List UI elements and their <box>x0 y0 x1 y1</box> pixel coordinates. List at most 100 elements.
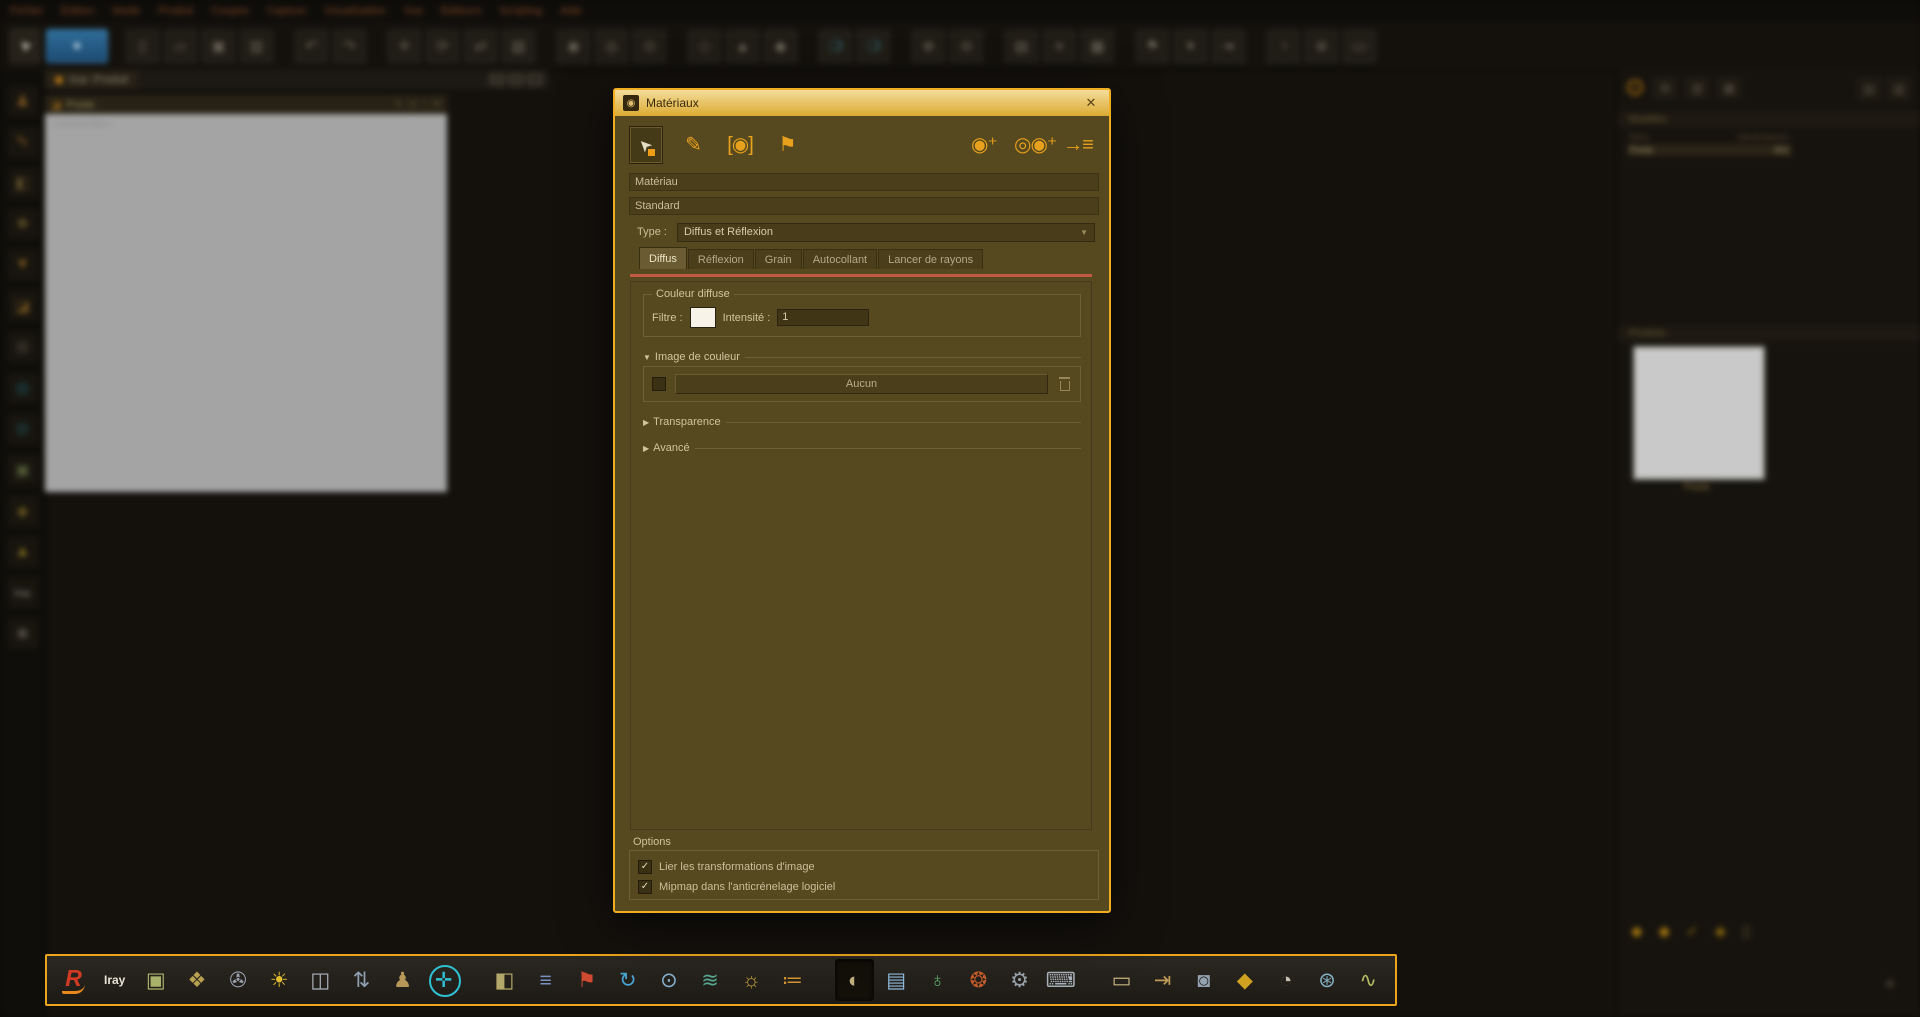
toolbar-icon[interactable]: ▲ <box>726 30 759 63</box>
material-tab[interactable]: Lancer de rayons <box>878 249 983 269</box>
postprocess-editor[interactable]: ⇅ <box>343 960 380 1000</box>
collapsed-section-header[interactable]: ▶ Transparence <box>643 416 1081 428</box>
rail-icon[interactable]: ◙ <box>8 619 38 649</box>
window-button[interactable]: ⊟ <box>508 73 524 86</box>
intensity-input[interactable]: 1 <box>777 309 869 326</box>
toolbar-icon[interactable]: ▭ <box>1343 30 1376 63</box>
menu-item[interactable]: Édition <box>61 5 95 17</box>
rail-icon[interactable]: ⊙ <box>8 414 38 444</box>
edit-material-tool[interactable]: ✎ <box>676 126 710 164</box>
menu-item[interactable]: Éditeurs <box>441 5 481 17</box>
observer-editor[interactable]: ⊛ <box>1309 960 1346 1000</box>
visibility-eye-icon[interactable]: ⊙ <box>1625 76 1645 100</box>
menu-item[interactable]: Visualisation <box>324 5 386 17</box>
toolbar-icon[interactable] <box>988 31 1000 62</box>
animation-editor[interactable]: ◫ <box>302 960 339 1000</box>
toolbar-icon[interactable]: ➔ <box>1212 30 1245 63</box>
camera-views-editor[interactable]: ◙ <box>1185 960 1222 1000</box>
door-editor[interactable]: ⇥ <box>1144 960 1181 1000</box>
material-type-select[interactable]: Diffus et Réflexion ▼ <box>677 223 1095 242</box>
panel-action-icon[interactable]: ◆ <box>1659 922 1671 940</box>
poste-header-icon[interactable]: ✎ <box>394 99 402 110</box>
panel-icon[interactable]: ▥ <box>1685 77 1709 99</box>
toolbar-icon[interactable]: ◆ <box>764 30 797 63</box>
rail-icon[interactable]: ⊞ <box>8 332 38 362</box>
panel-icon[interactable]: ⊞ <box>1653 77 1677 99</box>
toolbar-icon[interactable] <box>671 31 683 62</box>
panel-icon[interactable]: ▥ <box>1887 78 1911 100</box>
diffuse-color-swatch[interactable] <box>690 307 716 328</box>
rail-icon[interactable]: ✎ <box>8 127 38 157</box>
stamp-editor[interactable]: ♟ <box>384 960 421 1000</box>
sensor-editor[interactable]: ☼ <box>733 960 770 1000</box>
material-tab[interactable]: Réflexion <box>688 249 754 269</box>
toolbar-spacer[interactable] <box>817 126 954 164</box>
view-tab[interactable]: Vue: Produit <box>45 70 138 89</box>
menu-item[interactable]: Scripting <box>499 5 542 17</box>
toolbar-icon[interactable]: ⟳ <box>426 30 459 63</box>
environment-editor[interactable]: ♁ <box>919 960 956 1000</box>
rail-icon[interactable]: ▼ <box>8 250 38 280</box>
toolbar-icon[interactable]: ❍ <box>819 30 852 63</box>
corner-icon[interactable]: ◈ <box>1885 975 1895 991</box>
rail-icon[interactable]: ▲ <box>8 537 38 567</box>
menu-item[interactable]: Fichier <box>10 5 43 17</box>
poste-header-icon[interactable]: ⊙ <box>409 99 417 110</box>
menu-item[interactable]: Vue <box>404 5 423 17</box>
menu-item[interactable]: Produit <box>158 5 193 17</box>
option-row[interactable]: ✓ Lier les transformations d'image <box>638 860 1090 874</box>
panel-icon[interactable]: ▦ <box>1717 77 1741 99</box>
toolbar-icon[interactable]: ◎ <box>595 30 628 63</box>
toolbar-icon[interactable]: ▱ <box>164 30 197 63</box>
keyboard-editor[interactable]: ⌨ <box>1042 960 1079 1000</box>
toolbar-icon[interactable]: ↶ <box>295 30 328 63</box>
label-editor[interactable]: ◆ <box>1226 960 1263 1000</box>
toolbar-icon[interactable]: ▩ <box>1081 30 1114 63</box>
menu-item[interactable]: Mode <box>113 5 141 17</box>
image-none-button[interactable]: Aucun <box>675 374 1048 394</box>
option-row[interactable]: ✓ Mipmap dans l'anticrénelage logiciel <box>638 880 1090 894</box>
rail-icon[interactable]: ◪ <box>8 291 38 321</box>
toolbar-icon[interactable] <box>802 31 814 62</box>
compass-editor[interactable]: ❂ <box>960 960 997 1000</box>
iray-renderer[interactable]: Iray <box>96 960 133 1000</box>
rail-icon[interactable]: Iray <box>8 578 38 608</box>
menu-item[interactable]: Coupes <box>211 5 249 17</box>
rotation-editor[interactable]: ↻ <box>609 960 646 1000</box>
geometry-editor[interactable]: ≋ <box>692 960 729 1000</box>
material-stack-button[interactable]: →≡ <box>1061 126 1095 164</box>
image-group-header[interactable]: ▼ Image de couleur <box>643 351 1081 363</box>
toolbar-icon[interactable]: ❍ <box>857 30 890 63</box>
measure-editor[interactable]: ▭ <box>1103 960 1140 1000</box>
rail-icon[interactable]: ◈ <box>8 496 38 526</box>
rail-icon[interactable]: ❖ <box>8 209 38 239</box>
position-editor[interactable]: ⚑ <box>568 960 605 1000</box>
poste-header-icon[interactable]: ▫ <box>423 99 427 110</box>
background-editor[interactable]: ▤ <box>878 960 915 1000</box>
toolbar-icon[interactable]: ▤ <box>1005 30 1038 63</box>
product-thumbnail[interactable] <box>1633 346 1765 480</box>
image-render-editor[interactable]: ▣ <box>137 960 174 1000</box>
toolbar-icon[interactable]: ✛ <box>388 30 421 63</box>
realtime-renderer[interactable]: R <box>55 960 92 1000</box>
panel-action-icon[interactable]: ▯ <box>1742 922 1750 940</box>
option-checkbox[interactable]: ✓ <box>638 860 652 874</box>
list-editor[interactable]: ≔ <box>774 960 811 1000</box>
toolbar-icon[interactable]: ⊕ <box>912 30 945 63</box>
material-tab[interactable]: Diffus <box>639 247 687 269</box>
visibility-editor[interactable]: ⊙ <box>650 960 687 1000</box>
toolbar-icon[interactable] <box>540 31 552 62</box>
editor-icon[interactable] <box>1083 960 1099 1000</box>
viewport-canvas[interactable]: Caméra libre <box>45 114 447 492</box>
poste-header-icon[interactable]: ✕ <box>433 99 441 110</box>
toolbar-icon[interactable]: ▧ <box>502 30 535 63</box>
panel-action-icon[interactable]: ◆ <box>1631 922 1643 940</box>
toolbar-icon[interactable]: ▥ <box>240 30 273 63</box>
rail-icon[interactable]: ▣ <box>8 455 38 485</box>
option-checkbox[interactable]: ✓ <box>638 880 652 894</box>
window-button[interactable]: ⊡ <box>489 73 505 86</box>
close-icon[interactable]: ✕ <box>1081 95 1101 111</box>
toolbar-icon[interactable]: ⊛ <box>1305 30 1338 63</box>
layers-editor[interactable]: ≡ <box>527 960 564 1000</box>
surface-editor[interactable]: ◧ <box>486 960 523 1000</box>
